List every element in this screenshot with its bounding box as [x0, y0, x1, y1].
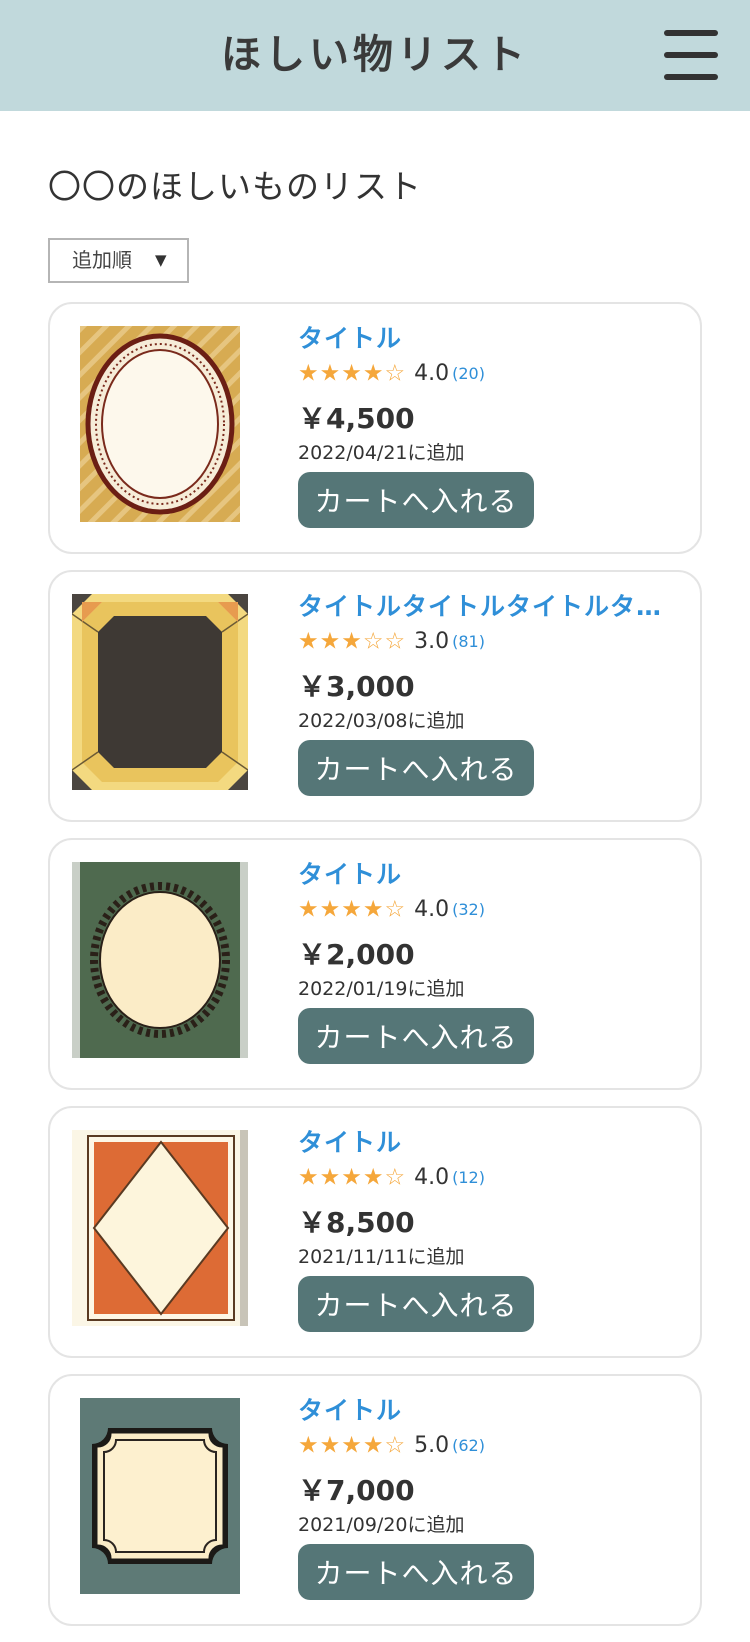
wishlist-item: タイトル ★★★★☆ 4.0 (12) ￥8,500 2021/11/11に追加 カ… — [48, 1106, 702, 1358]
review-count-link[interactable]: (81) — [452, 632, 485, 651]
product-image[interactable] — [80, 326, 240, 522]
rating-row: ★★★★☆ 4.0 (32) — [298, 892, 678, 926]
sort-select[interactable]: 追加順 ▼ — [48, 238, 189, 283]
star-rating-icon: ★★★☆☆ — [298, 628, 407, 655]
rating-value: 4.0 — [414, 360, 450, 386]
rating-row: ★★★★☆ 4.0 (12) — [298, 1160, 678, 1194]
item-title-link[interactable]: タイトル — [298, 322, 678, 356]
added-date: 2022/03/08に追加 — [298, 710, 465, 732]
item-title-link[interactable]: タイトル — [298, 858, 678, 892]
rating-value: 5.0 — [414, 1432, 450, 1458]
item-price: ￥2,000 — [298, 938, 415, 971]
item-info: タイトル ★★★★☆ 4.0 (20) ￥4,500 2022/04/21に追加 カ… — [298, 322, 678, 528]
item-price: ￥7,000 — [298, 1474, 415, 1507]
add-to-cart-button[interactable]: カートへ入れる — [298, 1276, 534, 1332]
hamburger-menu-icon[interactable] — [664, 30, 718, 80]
add-to-cart-button[interactable]: カートへ入れる — [298, 1008, 534, 1064]
review-count-link[interactable]: (32) — [452, 900, 485, 919]
header-title: ほしい物リスト — [221, 32, 529, 78]
wishlist: タイトル ★★★★☆ 4.0 (20) ￥4,500 2022/04/21に追加 カ… — [48, 302, 702, 1642]
rating-row: ★★★★☆ 4.0 (20) — [298, 356, 678, 390]
wishlist-item: タイトル ★★★★☆ 5.0 (62) ￥7,000 2021/09/20に追加 カ… — [48, 1374, 702, 1626]
star-rating-icon: ★★★★☆ — [298, 1432, 407, 1459]
rating-row: ★★★★☆ 5.0 (62) — [298, 1428, 678, 1462]
item-info: タイトル ★★★★☆ 5.0 (62) ￥7,000 2021/09/20に追加 カ… — [298, 1394, 678, 1600]
item-info: タイトル ★★★★☆ 4.0 (12) ￥8,500 2021/11/11に追加 カ… — [298, 1126, 678, 1332]
rating-row: ★★★☆☆ 3.0 (81) — [298, 624, 678, 658]
item-price: ￥8,500 — [298, 1206, 415, 1239]
product-image[interactable] — [72, 594, 248, 790]
wishlist-item: タイトル ★★★★☆ 4.0 (32) ￥2,000 2022/01/19に追加 カ… — [48, 838, 702, 1090]
product-image[interactable] — [72, 862, 248, 1058]
add-to-cart-button[interactable]: カートへ入れる — [298, 1544, 534, 1600]
product-image[interactable] — [72, 1130, 248, 1326]
add-to-cart-button[interactable]: カートへ入れる — [298, 740, 534, 796]
wishlist-item: タイトルタイトルタイトルタイト… ★★★☆☆ 3.0 (81) ￥3,000 202… — [48, 570, 702, 822]
star-rating-icon: ★★★★☆ — [298, 1164, 407, 1191]
item-price: ￥4,500 — [298, 402, 415, 435]
add-to-cart-button[interactable]: カートへ入れる — [298, 472, 534, 528]
wishlist-item: タイトル ★★★★☆ 4.0 (20) ￥4,500 2022/04/21に追加 カ… — [48, 302, 702, 554]
added-date: 2022/01/19に追加 — [298, 978, 465, 1000]
sort-selected-value: 追加順 — [72, 248, 132, 272]
added-date: 2022/04/21に追加 — [298, 442, 465, 464]
star-rating-icon: ★★★★☆ — [298, 360, 407, 387]
review-count-link[interactable]: (62) — [452, 1436, 485, 1455]
item-info: タイトルタイトルタイトルタイト… ★★★☆☆ 3.0 (81) ￥3,000 202… — [298, 590, 678, 796]
review-count-link[interactable]: (12) — [452, 1168, 485, 1187]
item-title-link[interactable]: タイトル — [298, 1394, 678, 1428]
star-rating-icon: ★★★★☆ — [298, 896, 407, 923]
rating-value: 4.0 — [414, 896, 450, 922]
item-title-link[interactable]: タイトルタイトルタイトルタイト… — [298, 590, 678, 624]
dropdown-arrow-icon: ▼ — [155, 251, 167, 269]
added-date: 2021/11/11に追加 — [298, 1246, 465, 1268]
rating-value: 4.0 — [414, 1164, 450, 1190]
app-header: ほしい物リスト — [0, 0, 750, 111]
item-price: ￥3,000 — [298, 670, 415, 703]
item-info: タイトル ★★★★☆ 4.0 (32) ￥2,000 2022/01/19に追加 カ… — [298, 858, 678, 1064]
product-image[interactable] — [80, 1398, 240, 1594]
review-count-link[interactable]: (20) — [452, 364, 485, 383]
rating-value: 3.0 — [414, 628, 450, 654]
page-title: 〇〇のほしいものリスト — [48, 167, 422, 206]
item-title-link[interactable]: タイトル — [298, 1126, 678, 1160]
added-date: 2021/09/20に追加 — [298, 1514, 465, 1536]
